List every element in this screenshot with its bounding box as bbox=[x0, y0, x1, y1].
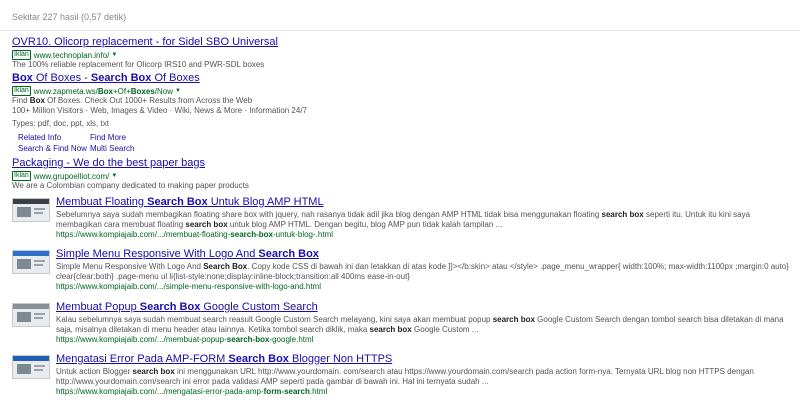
thumbnail-line bbox=[34, 313, 45, 315]
thumbnail-line bbox=[34, 208, 45, 210]
result-snippet: Sebelumnya saya sudah membagikan floatin… bbox=[56, 210, 751, 229]
result-snippet: Kalau sebelumnya saya sudah membuat sear… bbox=[56, 315, 784, 334]
thumbnail-line bbox=[34, 260, 45, 262]
ad-types: Types: pdf, doc, ppt, xls, txt bbox=[12, 119, 109, 128]
divider bbox=[0, 30, 800, 31]
ad-description: The 100% reliable replacement for Olicor… bbox=[12, 60, 265, 69]
ad-title-link[interactable]: Box Of Boxes - Search Box Of Boxes bbox=[12, 72, 307, 84]
dropdown-caret-icon[interactable]: ▼ bbox=[111, 173, 117, 179]
sitelink-search-find-now[interactable]: Search & Find Now bbox=[18, 144, 90, 153]
search-result: Membuat Floating Search Box Untuk Blog A… bbox=[12, 196, 796, 240]
result-thumbnail[interactable] bbox=[12, 303, 50, 327]
result-title-link[interactable]: Mengatasi Error Pada AMP-FORM Search Box… bbox=[56, 353, 796, 365]
sitelink-find-more[interactable]: Find More bbox=[90, 133, 150, 142]
thumbnail-block bbox=[17, 259, 31, 269]
ad-description: Find Box Of Boxes. Check Out 1000+ Resul… bbox=[12, 96, 253, 105]
thumbnail-header-bar bbox=[13, 356, 49, 361]
ad-badge: Iklan bbox=[12, 50, 31, 60]
ad-description-line2: 100+ Million Visitors · Web, Images & Vi… bbox=[12, 106, 308, 115]
ad-badge: Iklan bbox=[12, 171, 31, 181]
thumbnail-block bbox=[17, 207, 31, 217]
search-result: Membuat Popup Search Box Google Custom S… bbox=[12, 301, 796, 345]
thumbnail-block bbox=[17, 312, 31, 322]
ad-badge: Iklan bbox=[12, 86, 31, 96]
ad-url-line: Iklan www.grupoelliot.com/ ▼ bbox=[12, 171, 249, 181]
ad-title-link[interactable]: Packaging - We do the best paper bags bbox=[12, 157, 249, 169]
result-url: https://www.kompiajaib.com/.../membuat-f… bbox=[56, 230, 334, 239]
result-snippet: Untuk action Blogger search box ini meng… bbox=[56, 367, 754, 386]
ad-sitelinks: Related Info Find More Search & Find Now… bbox=[18, 133, 307, 153]
result-thumbnail[interactable] bbox=[12, 355, 50, 379]
ad-url: www.technoplan.info/ bbox=[33, 50, 110, 60]
thumbnail-line bbox=[34, 317, 43, 319]
thumbnail-line bbox=[34, 212, 43, 214]
dropdown-caret-icon[interactable]: ▼ bbox=[175, 88, 181, 94]
search-result: Mengatasi Error Pada AMP-FORM Search Box… bbox=[12, 353, 796, 397]
ad-url: www.zapmeta.ws/Box+Of+Boxes/Now bbox=[33, 86, 173, 96]
result-title-link[interactable]: Membuat Popup Search Box Google Custom S… bbox=[56, 301, 796, 313]
ad-result: Box Of Boxes - Search Box Of Boxes Iklan… bbox=[12, 72, 307, 153]
ad-description: We are a Colombian company dedicated to … bbox=[12, 181, 249, 190]
result-thumbnail[interactable] bbox=[12, 198, 50, 222]
ad-title-link[interactable]: OVR10. Olicorp replacement - for Sidel S… bbox=[12, 36, 278, 48]
result-title-link[interactable]: Membuat Floating Search Box Untuk Blog A… bbox=[56, 196, 796, 208]
ad-url-line: Iklan www.technoplan.info/ ▼ bbox=[12, 50, 278, 60]
sitelink-multi-search[interactable]: Multi Search bbox=[90, 144, 150, 153]
thumbnail-line bbox=[34, 369, 43, 371]
result-thumbnail[interactable] bbox=[12, 250, 50, 274]
result-url: https://www.kompiajaib.com/.../simple-me… bbox=[56, 282, 321, 291]
result-snippet: Simple Menu Responsive With Logo And Sea… bbox=[56, 262, 789, 281]
ad-result: OVR10. Olicorp replacement - for Sidel S… bbox=[12, 36, 278, 70]
ad-url-line: Iklan www.zapmeta.ws/Box+Of+Boxes/Now ▼ bbox=[12, 86, 307, 96]
thumbnail-line bbox=[34, 264, 43, 266]
ad-url: www.grupoelliot.com/ bbox=[33, 171, 110, 181]
thumbnail-header-bar bbox=[13, 199, 49, 204]
result-url: https://www.kompiajaib.com/.../mengatasi… bbox=[56, 387, 328, 396]
result-title-link[interactable]: Simple Menu Responsive With Logo And Sea… bbox=[56, 248, 796, 260]
thumbnail-block bbox=[17, 364, 31, 374]
ad-result: Packaging - We do the best paper bags Ik… bbox=[12, 157, 249, 191]
result-url: https://www.kompiajaib.com/.../membuat-p… bbox=[56, 335, 314, 344]
sitelink-related-info[interactable]: Related Info bbox=[18, 133, 90, 142]
thumbnail-line bbox=[34, 365, 45, 367]
search-result: Simple Menu Responsive With Logo And Sea… bbox=[12, 248, 796, 292]
result-stats: Sekitar 227 hasil (0,57 detik) bbox=[12, 12, 127, 22]
dropdown-caret-icon[interactable]: ▼ bbox=[111, 52, 117, 58]
thumbnail-header-bar bbox=[13, 304, 49, 309]
thumbnail-header-bar bbox=[13, 251, 49, 256]
